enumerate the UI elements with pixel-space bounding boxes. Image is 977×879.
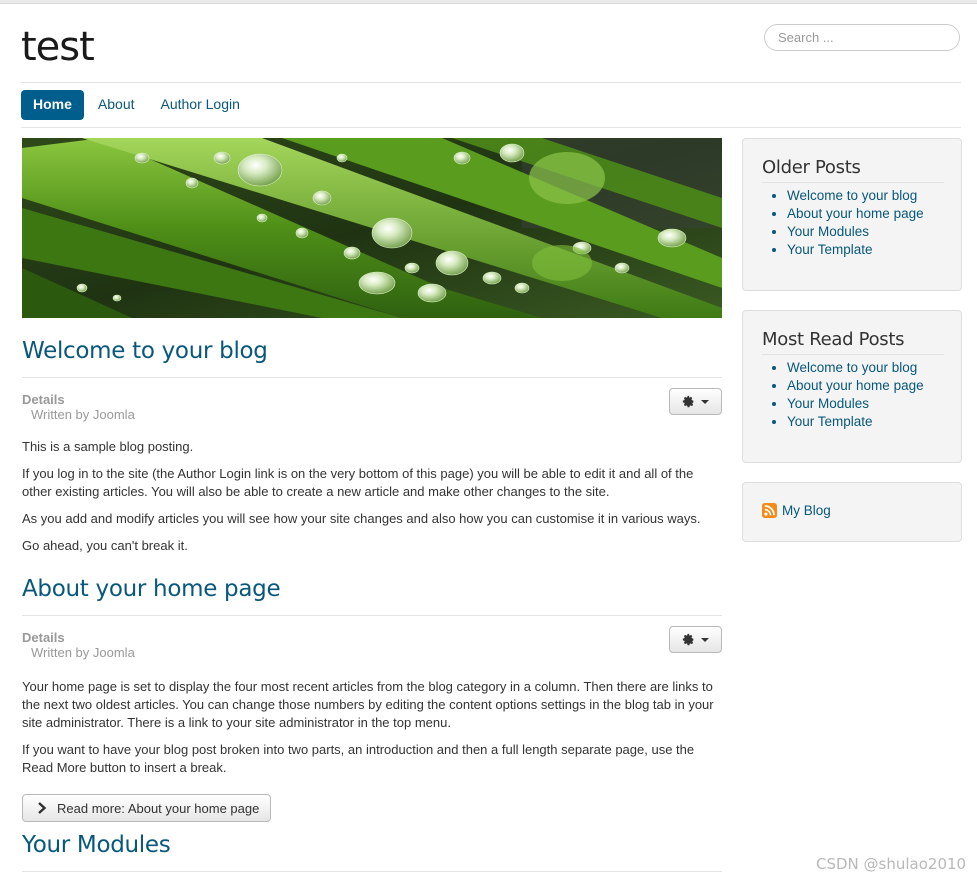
- nav-divider: [21, 127, 961, 128]
- header-divider: [21, 82, 961, 83]
- chevron-down-icon: [701, 399, 709, 404]
- article-paragraph: If you log in to the site (the Author Lo…: [22, 466, 694, 499]
- header-banner-image: [22, 138, 722, 318]
- article-tools-button[interactable]: [669, 626, 722, 653]
- watermark: CSDN @shulao2010: [816, 855, 967, 873]
- list-item: Your Template: [787, 413, 961, 431]
- post-link[interactable]: Welcome to your blog: [787, 188, 917, 203]
- nav-item-about[interactable]: About: [86, 90, 147, 120]
- post-link[interactable]: About your home page: [787, 206, 924, 221]
- grass-dew-illustration: [22, 138, 722, 318]
- author-line: Written by Joomla: [31, 407, 135, 422]
- article-paragraph: Go ahead, you can't break it.: [22, 538, 188, 553]
- chevron-down-icon: [701, 637, 709, 642]
- article-welcome: Welcome to your blog Details Written by …: [22, 338, 722, 555]
- list-item: Welcome to your blog: [787, 187, 961, 205]
- main-nav: Home About Author Login: [21, 90, 254, 120]
- module-title: Older Posts: [762, 157, 861, 178]
- module-divider: [762, 182, 944, 183]
- read-more-label: Read more: About your home page: [57, 800, 260, 816]
- post-link[interactable]: About your home page: [787, 378, 924, 393]
- article-paragraph: If you want to have your blog post broke…: [22, 742, 695, 775]
- gear-icon: [682, 633, 694, 646]
- rss-icon: [762, 503, 777, 518]
- site-title[interactable]: test: [21, 24, 95, 70]
- older-posts-list: Welcome to your blog About your home pag…: [762, 187, 961, 259]
- post-link[interactable]: Your Modules: [787, 396, 869, 411]
- article-title[interactable]: About your home page: [22, 576, 722, 602]
- post-link[interactable]: Your Template: [787, 242, 873, 257]
- most-read-module: Most Read Posts Welcome to your blog Abo…: [742, 310, 962, 463]
- article-paragraph: This is a sample blog posting.: [22, 439, 194, 454]
- older-posts-module: Older Posts Welcome to your blog About y…: [742, 138, 962, 291]
- gear-icon: [682, 395, 694, 408]
- article-about-home: About your home page Details Written by …: [22, 576, 722, 777]
- article-divider: [22, 615, 722, 616]
- details-label: Details: [22, 630, 65, 645]
- list-item: Welcome to your blog: [787, 359, 961, 377]
- read-more-button[interactable]: Read more: About your home page: [22, 794, 271, 822]
- post-link[interactable]: Your Template: [787, 414, 873, 429]
- nav-item-author-login[interactable]: Author Login: [149, 90, 252, 120]
- post-link[interactable]: Welcome to your blog: [787, 360, 917, 375]
- search-input[interactable]: [764, 24, 960, 51]
- most-read-list: Welcome to your blog About your home pag…: [762, 359, 961, 431]
- browser-top-border: [0, 0, 977, 4]
- module-divider: [762, 354, 944, 355]
- article-title[interactable]: Welcome to your blog: [22, 338, 722, 364]
- nav-item-home[interactable]: Home: [21, 90, 84, 120]
- feed-link[interactable]: My Blog: [762, 503, 961, 518]
- article-divider: [22, 377, 722, 378]
- article-your-modules: Your Modules: [22, 832, 722, 872]
- article-divider: [22, 871, 722, 872]
- article-info: Details Written by Joomla: [22, 388, 722, 428]
- article-paragraph: As you add and modify articles you will …: [22, 511, 701, 526]
- feed-module: My Blog: [742, 482, 962, 542]
- article-title[interactable]: Your Modules: [22, 832, 722, 858]
- article-info: Details Written by Joomla: [22, 626, 722, 666]
- author-line: Written by Joomla: [31, 645, 135, 660]
- list-item: Your Template: [787, 241, 961, 259]
- article-paragraph: Your home page is set to display the fou…: [22, 679, 714, 730]
- article-tools-button[interactable]: [669, 388, 722, 415]
- list-item: Your Modules: [787, 395, 961, 413]
- details-label: Details: [22, 392, 65, 407]
- chevron-right-icon: [38, 802, 47, 814]
- feed-label: My Blog: [782, 503, 831, 518]
- list-item: About your home page: [787, 205, 961, 223]
- list-item: Your Modules: [787, 223, 961, 241]
- post-link[interactable]: Your Modules: [787, 224, 869, 239]
- module-title: Most Read Posts: [762, 329, 905, 350]
- list-item: About your home page: [787, 377, 961, 395]
